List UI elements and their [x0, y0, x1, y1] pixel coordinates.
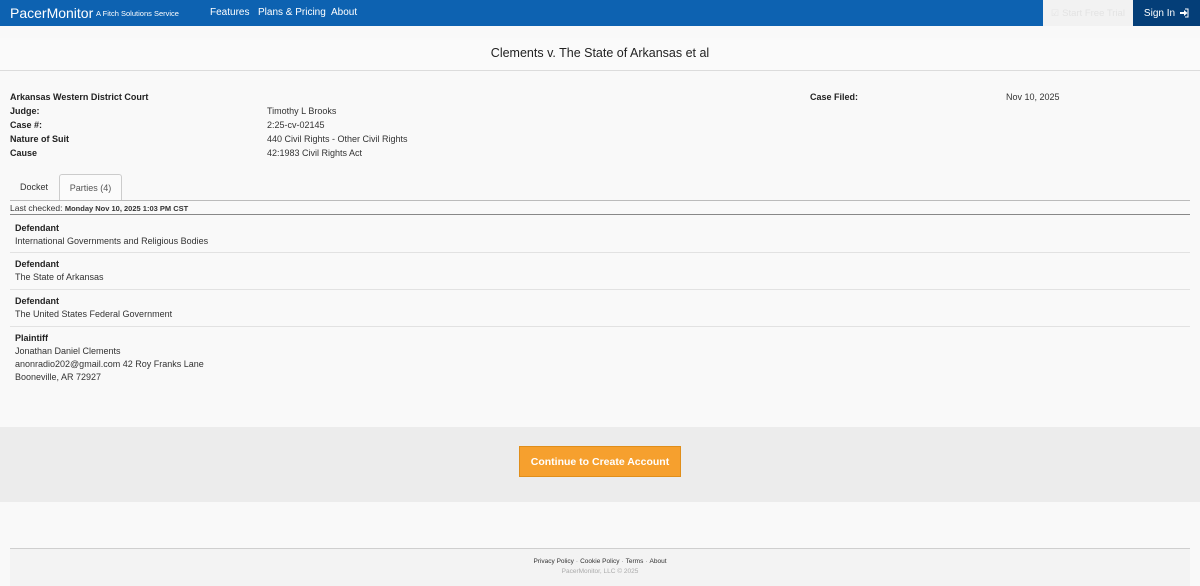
court-name: Arkansas Western District Court [10, 92, 149, 102]
start-free-trial-label: Start Free Trial [1062, 7, 1125, 19]
party-divider [10, 326, 1190, 327]
login-arrow-icon [1180, 8, 1189, 18]
last-checked-label: Last checked: [10, 203, 63, 213]
top-navbar: PacerMonitor A Fitch Solutions Service F… [0, 0, 1200, 26]
nav-link-features[interactable]: Features [210, 7, 249, 18]
create-account-button[interactable]: Continue to Create Account [519, 446, 681, 477]
last-checked-divider [10, 214, 1190, 215]
footer-link-about[interactable]: About [650, 558, 667, 565]
party-divider [10, 289, 1190, 290]
case-filed-value: Nov 10, 2025 [1006, 92, 1060, 102]
footer-link-terms[interactable]: Terms [626, 558, 644, 565]
party-role: Defendant [15, 223, 60, 233]
cause-value: 42:1983 Civil Rights Act [267, 148, 363, 158]
party-name: The State of Arkansas [15, 272, 104, 282]
footer-link-privacy-policy[interactable]: Privacy Policy [533, 558, 573, 565]
judge-label: Judge: [10, 106, 40, 116]
tab-docket[interactable]: Docket [10, 174, 58, 200]
sign-in-button[interactable]: Sign In [1133, 0, 1200, 26]
party-contact: anonradio202@gmail.com 42 Roy Franks Lan… [15, 359, 204, 369]
page-title: Clements v. The State of Arkansas et al [490, 46, 710, 60]
brand-logo[interactable]: PacerMonitor [10, 5, 93, 21]
party-name: International Governments and Religious … [15, 236, 209, 246]
nav-link-plans-pricing[interactable]: Plans & Pricing [258, 7, 326, 18]
nav-link-about[interactable]: About [331, 7, 357, 18]
case-filed-label: Case Filed: [810, 92, 859, 102]
copyright: PacerMonitor, LLC © 2025 [561, 568, 639, 575]
sign-in-label: Sign In [1143, 7, 1176, 19]
case-number-value: 2:25-cv-02145 [267, 120, 325, 130]
footer-separator: · [575, 558, 579, 565]
nature-of-suit-value: 440 Civil Rights - Other Civil Rights [267, 134, 408, 144]
judge-value: Timothy L Brooks [267, 106, 337, 116]
party-address: Booneville, AR 72927 [15, 372, 102, 382]
last-checked: Last checked: Monday Nov 10, 2025 1:03 P… [10, 203, 188, 213]
party-name: Jonathan Daniel Clements [15, 346, 121, 356]
case-number-label: Case #: [10, 120, 43, 130]
footer-separator: · [621, 558, 624, 565]
cause-label: Cause [10, 148, 38, 158]
party-role: Plaintiff [15, 333, 48, 343]
checkbox-icon: ☑ [1051, 7, 1060, 18]
tab-parties[interactable]: Parties (4) [59, 174, 122, 201]
party-name: The United States Federal Government [15, 309, 173, 319]
nature-of-suit-label: Nature of Suit [10, 134, 70, 144]
party-divider [10, 252, 1190, 253]
footer-separator: · [645, 558, 648, 565]
footer-links: Privacy Policy · Cookie Policy · Terms · About [0, 558, 1200, 565]
tab-divider [10, 200, 1190, 201]
last-checked-value: Monday Nov 10, 2025 1:03 PM CST [64, 204, 189, 213]
start-free-trial-button[interactable]: ☑ Start Free Trial [1043, 0, 1133, 26]
party-role: Defendant [15, 259, 60, 269]
party-role: Defendant [15, 296, 60, 306]
brand-tagline: A Fitch Solutions Service [96, 9, 179, 18]
footer-link-cookie-policy[interactable]: Cookie Policy [580, 558, 619, 565]
